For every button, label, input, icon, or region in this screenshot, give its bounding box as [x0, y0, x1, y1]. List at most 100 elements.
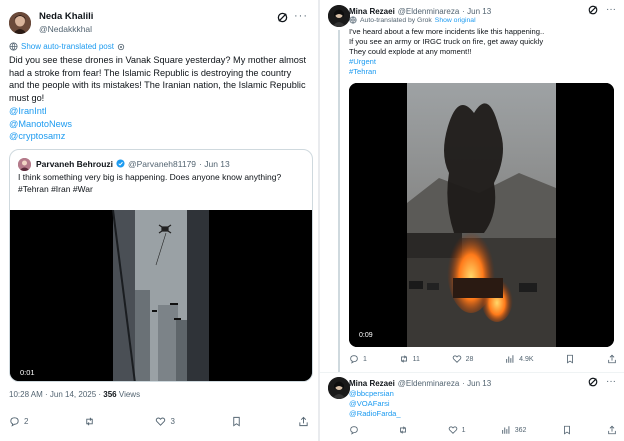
views-count: 356 [103, 390, 117, 399]
heart-icon [156, 417, 166, 426]
quote-author-name[interactable]: Parvaneh Behrouzi [36, 159, 113, 169]
author-handle[interactable]: @Nedakkkhal [39, 23, 93, 35]
avatar[interactable] [9, 12, 31, 34]
more-options-icon[interactable]: ··· [606, 376, 616, 387]
retweet-icon [86, 417, 94, 426]
reply-icon [10, 417, 19, 427]
like-count: 1 [461, 426, 466, 434]
retweet-icon [400, 355, 407, 363]
views-label: Views [118, 390, 141, 399]
bookmark-button[interactable] [565, 354, 575, 364]
more-options-icon[interactable]: ··· [606, 4, 616, 15]
author-name[interactable]: Neda Khalili [39, 11, 93, 23]
drone-video-frame [10, 209, 312, 381]
share-button[interactable] [607, 354, 617, 364]
mention-link[interactable]: @RadioFarda_ [349, 409, 401, 419]
mention-link[interactable]: @IranIntl [9, 105, 72, 118]
views-count: 4.9K [519, 355, 534, 363]
tweet-text-line: They could explode at any moment!! [349, 47, 472, 57]
share-button[interactable] [607, 425, 617, 435]
video-player[interactable]: 0:01 [10, 209, 312, 381]
views-count: 362 [514, 426, 527, 434]
settings-icon [117, 43, 125, 50]
share-icon [608, 354, 616, 364]
more-options-icon[interactable]: ··· [294, 10, 308, 22]
retweet-icon [400, 426, 407, 434]
reply-icon [350, 355, 358, 364]
right-tweet-panel: Mina Rezaei @Eldenminareza · Jun 13 ··· … [320, 0, 624, 441]
thread-line [338, 30, 340, 372]
tweet-text-line: If you see an army or IRGC truck on fire… [349, 37, 544, 47]
mention-link[interactable]: @bbcpersian [349, 389, 401, 399]
retweet-button[interactable]: 11 [399, 354, 420, 364]
action-bar: 1 11 28 4.9K [349, 354, 617, 364]
translated-label: Show auto-translated post [21, 42, 114, 51]
tweet-text-line: I've heard about a few more incidents li… [349, 27, 545, 36]
author-name[interactable]: Mina Rezaei [349, 379, 395, 388]
hashtag-link[interactable]: #Tehran [349, 67, 619, 77]
heart-icon [448, 426, 457, 434]
reply-button[interactable]: 2 [9, 416, 28, 427]
views-icon [501, 426, 510, 434]
avatar[interactable] [18, 157, 31, 171]
mention-link[interactable]: @ManotoNews [9, 118, 72, 131]
views-icon [506, 355, 514, 363]
reply-button[interactable]: 1 [349, 354, 367, 364]
tweet-mentions: @IranIntl @ManotoNews @cryptosamz [9, 105, 72, 143]
quote-text: I think something very big is happening.… [18, 172, 308, 195]
video-player[interactable]: 0:09 [349, 83, 614, 347]
left-tweet-panel: Neda Khalili @Nedakkkhal ··· Show auto-t… [0, 0, 318, 441]
translate-icon [9, 42, 18, 51]
bookmark-button[interactable] [231, 416, 242, 427]
bookmark-icon [563, 425, 570, 435]
quote-date[interactable]: · Jun 13 [199, 159, 230, 169]
video-timestamp: 0:01 [20, 368, 35, 377]
like-button[interactable]: 3 [155, 416, 175, 427]
grok-icon[interactable] [277, 12, 288, 26]
quote-author-handle[interactable]: @Parvaneh81179 [128, 159, 196, 169]
tweet-mentions: @bbcpersian @VOAFarsi @RadioFarda_ [349, 389, 401, 419]
translated-label: Auto-translated by Grok [360, 16, 432, 24]
like-count: 28 [465, 355, 474, 363]
reply-icon [350, 426, 358, 435]
heart-icon [452, 355, 461, 363]
quoted-tweet[interactable]: Parvaneh Behrouzi @Parvaneh81179 · Jun 1… [9, 149, 313, 382]
action-bar: 2 3 [9, 416, 309, 427]
like-button[interactable]: 28 [452, 354, 474, 364]
author-handle[interactable]: @Eldenminareza [398, 7, 459, 16]
reply-count: 2 [24, 417, 29, 426]
like-button[interactable]: 1 [448, 425, 466, 435]
tweet-date[interactable]: · Jun 13 [462, 379, 491, 388]
quote-hashtags: #Tehran #Iran #War [18, 183, 93, 194]
tweet-timestamp[interactable]: 10:28 AM · Jun 14, 2025 · [9, 390, 103, 399]
avatar[interactable] [328, 5, 350, 27]
show-original-link[interactable]: Show original [435, 17, 476, 24]
translate-icon [349, 16, 357, 24]
show-translated-link[interactable]: Show auto-translated post [9, 42, 125, 51]
author-name[interactable]: Mina Rezaei [349, 7, 395, 16]
share-icon [608, 425, 616, 435]
grok-icon[interactable] [588, 5, 598, 18]
reply-count: 1 [363, 355, 367, 363]
views-button[interactable]: 362 [501, 425, 527, 435]
fire-video-frame [349, 83, 614, 347]
mention-link[interactable]: @VOAFarsi [349, 399, 401, 409]
bookmark-button[interactable] [562, 425, 572, 435]
grok-icon[interactable] [588, 377, 598, 390]
action-bar: 1 362 [349, 425, 617, 435]
tweet-date[interactable]: · Jun 13 [462, 7, 491, 16]
video-timestamp: 0:09 [359, 332, 373, 339]
verified-icon [116, 158, 125, 170]
bookmark-icon [233, 416, 240, 427]
hashtag-link[interactable]: #Urgent [349, 57, 619, 67]
author-handle[interactable]: @Eldenminareza [398, 379, 459, 388]
views-button[interactable]: 4.9K [505, 354, 534, 364]
retweet-button[interactable] [84, 416, 99, 427]
tweet-header: Mina Rezaei @Eldenminareza · Jun 13 ··· [349, 376, 618, 390]
mention-link[interactable]: @cryptosamz [9, 130, 72, 143]
retweet-button[interactable] [398, 425, 412, 435]
reply-button[interactable] [349, 425, 363, 435]
share-button[interactable] [298, 416, 309, 427]
avatar[interactable] [328, 377, 350, 399]
tweet-header: Neda Khalili @Nedakkkhal ··· [9, 10, 310, 36]
